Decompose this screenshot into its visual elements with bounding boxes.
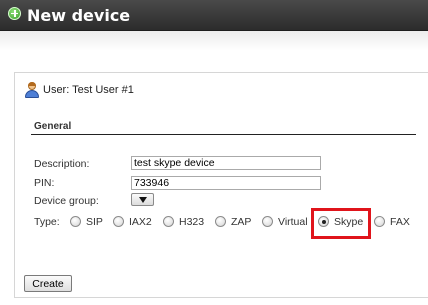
pin-input[interactable] bbox=[131, 176, 321, 190]
radio-virtual-label: Virtual bbox=[278, 216, 308, 228]
radio-iax2[interactable] bbox=[113, 216, 124, 227]
radio-zap-label: ZAP bbox=[231, 216, 252, 228]
header-shadow bbox=[0, 31, 428, 51]
radio-h323-label: H323 bbox=[179, 216, 205, 228]
radio-sip[interactable] bbox=[70, 216, 81, 227]
radio-sip-label: SIP bbox=[86, 216, 103, 228]
page-header: New device bbox=[0, 0, 428, 31]
radio-zap[interactable] bbox=[215, 216, 226, 227]
description-label: Description: bbox=[34, 158, 90, 170]
radio-fax-label: FAX bbox=[390, 216, 410, 228]
radio-h323[interactable] bbox=[163, 216, 174, 227]
skype-highlight-box bbox=[311, 208, 371, 239]
radio-virtual[interactable] bbox=[262, 216, 273, 227]
radio-fax[interactable] bbox=[374, 216, 385, 227]
chevron-down-icon bbox=[138, 196, 147, 203]
user-icon bbox=[25, 82, 39, 98]
user-line: User: Test User #1 bbox=[25, 80, 134, 100]
add-circle-icon bbox=[8, 6, 21, 20]
create-button[interactable]: Create bbox=[24, 275, 72, 292]
radio-iax2-label: IAX2 bbox=[129, 216, 152, 228]
device-group-label: Device group: bbox=[34, 195, 99, 207]
type-label: Type: bbox=[34, 216, 60, 228]
device-group-dropdown[interactable] bbox=[131, 193, 154, 206]
pin-label: PIN: bbox=[34, 177, 55, 189]
section-divider bbox=[31, 134, 416, 135]
description-input[interactable] bbox=[131, 156, 321, 170]
page-title: New device bbox=[27, 5, 131, 25]
section-title-general: General bbox=[34, 121, 72, 132]
user-label: User: Test User #1 bbox=[43, 84, 134, 96]
